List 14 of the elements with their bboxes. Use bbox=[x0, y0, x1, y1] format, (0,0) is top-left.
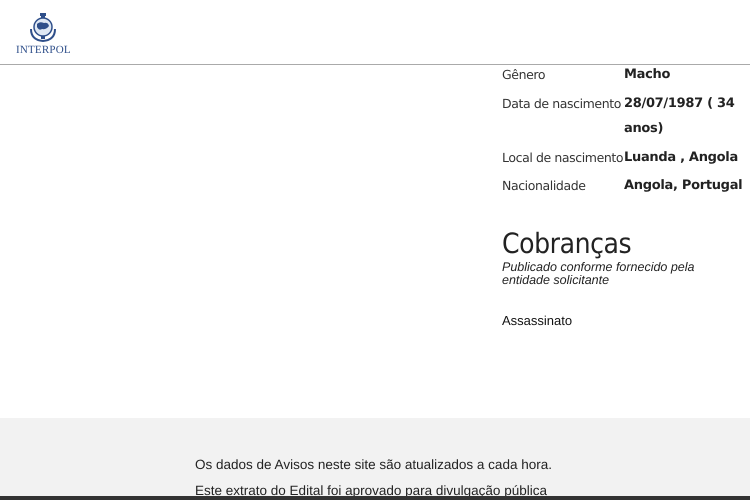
field-label: Nacionalidade bbox=[502, 177, 587, 195]
footer-text: Este extrato do Edital foi aprovado para divulgação pública bbox=[195, 483, 548, 499]
field-label: Gênero bbox=[502, 66, 546, 84]
section-heading: Cobranças bbox=[502, 226, 632, 260]
charge-item: Assassinato bbox=[502, 312, 574, 328]
logo-text[interactable]: INTERPOL bbox=[16, 44, 71, 56]
field-label: Local de nascimento bbox=[502, 148, 624, 166]
field-label: Data de nascimento bbox=[502, 94, 622, 112]
field-value: Angola, Portugal bbox=[624, 177, 744, 195]
footer-text: Os dados de Avisos neste site são atualizados a cada hora. bbox=[195, 457, 553, 473]
field-value: Luanda , Angola bbox=[624, 148, 739, 166]
field-value: 28/07/1987 ( 34 anos) bbox=[624, 94, 736, 138]
section-note: Publicado conforme fornecido pela entidade solicitante bbox=[502, 260, 696, 286]
field-value: Macho bbox=[624, 66, 672, 84]
